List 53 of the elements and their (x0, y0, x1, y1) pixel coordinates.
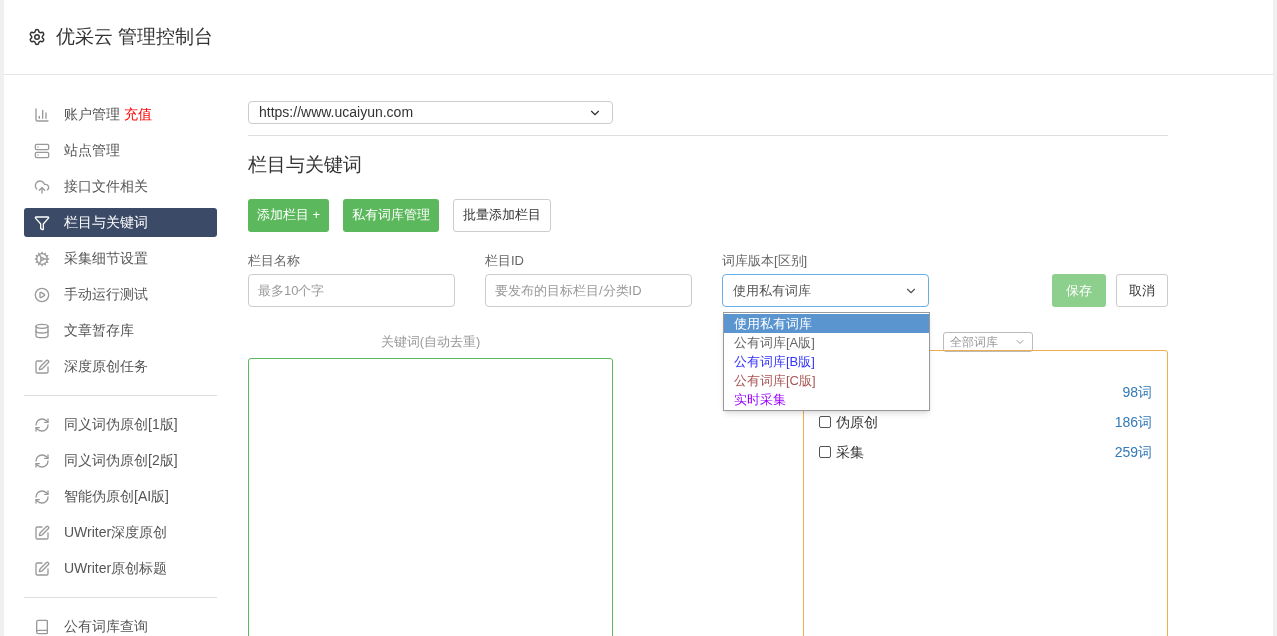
book-icon (34, 618, 50, 635)
recharge-link[interactable]: 充值 (124, 104, 152, 125)
sidebar-item[interactable]: 智能伪原创[AI版] (24, 482, 217, 511)
sidebar-item[interactable]: 采集细节设置 (24, 244, 217, 273)
refresh-icon (34, 452, 50, 469)
sidebar-item[interactable]: 手动运行测试 (24, 280, 217, 309)
dropdown-option[interactable]: 公有词库[B版] (724, 352, 929, 371)
checkbox[interactable] (819, 416, 831, 428)
sidebar-item[interactable]: UWriter原创标题 (24, 554, 217, 583)
action-button[interactable]: 批量添加栏目 (453, 198, 552, 232)
filter-icon (34, 214, 50, 231)
database-icon (34, 322, 50, 339)
text-field[interactable]: 最多10个字 (248, 274, 455, 307)
word-count: 259词 (1114, 442, 1152, 462)
site-select[interactable]: https://www.ucaiyun.com (248, 101, 613, 124)
sidebar-item[interactable]: 栏目与关键词 (24, 208, 217, 237)
field-label: 栏目ID (485, 251, 525, 270)
field-label: 词库版本[区别] (722, 251, 809, 270)
sidebar-item[interactable]: 文章暂存库 (24, 316, 217, 345)
sidebar-item[interactable]: UWriter深度原创 (24, 518, 217, 547)
cancel-button[interactable]: 取消 (1116, 274, 1168, 307)
refresh-icon (34, 488, 50, 505)
server-icon (34, 142, 50, 159)
library-name: 采集 (836, 442, 864, 462)
sidebar-item[interactable]: 账户管理 充值 (24, 100, 217, 129)
page-title: 优采云 管理控制台 (56, 24, 214, 49)
refresh-icon (34, 416, 50, 433)
settings-icon (28, 28, 46, 46)
play-icon (34, 286, 50, 303)
sidebar-item[interactable]: 同义词伪原创[1版] (24, 410, 217, 439)
sidebar-item[interactable]: 接口文件相关 (24, 172, 217, 201)
sidebar-item[interactable]: 公有词库查询 (24, 612, 217, 636)
dropdown-option[interactable]: 公有词库[A版] (724, 333, 929, 352)
text-field[interactable]: 要发布的目标栏目/分类ID (485, 274, 692, 307)
sidebar-item[interactable]: 深度原创任务 (24, 352, 217, 381)
gear-icon (34, 250, 50, 267)
edit-icon (34, 560, 50, 577)
section-title: 栏目与关键词 (248, 153, 363, 177)
sidebar-item[interactable]: 同义词伪原创[2版] (24, 446, 217, 475)
library-name: 伪原创 (836, 412, 878, 432)
sidebar-item[interactable]: 站点管理 (24, 136, 217, 165)
edit-icon (34, 358, 50, 375)
checkbox[interactable] (819, 446, 831, 458)
keywords-label: 关键词(自动去重) (380, 333, 481, 351)
word-count: 98词 (1122, 382, 1152, 402)
dropdown-option[interactable]: 公有词库[C版] (724, 371, 929, 390)
bar-chart-icon (34, 106, 50, 123)
cloud-upload-icon (34, 178, 50, 195)
word-count: 186词 (1114, 412, 1152, 432)
dropdown-option[interactable]: 实时采集 (724, 390, 929, 409)
version-select[interactable]: 使用私有词库 (722, 274, 929, 307)
edit-icon (34, 524, 50, 541)
field-label: 栏目名称 (248, 251, 301, 270)
